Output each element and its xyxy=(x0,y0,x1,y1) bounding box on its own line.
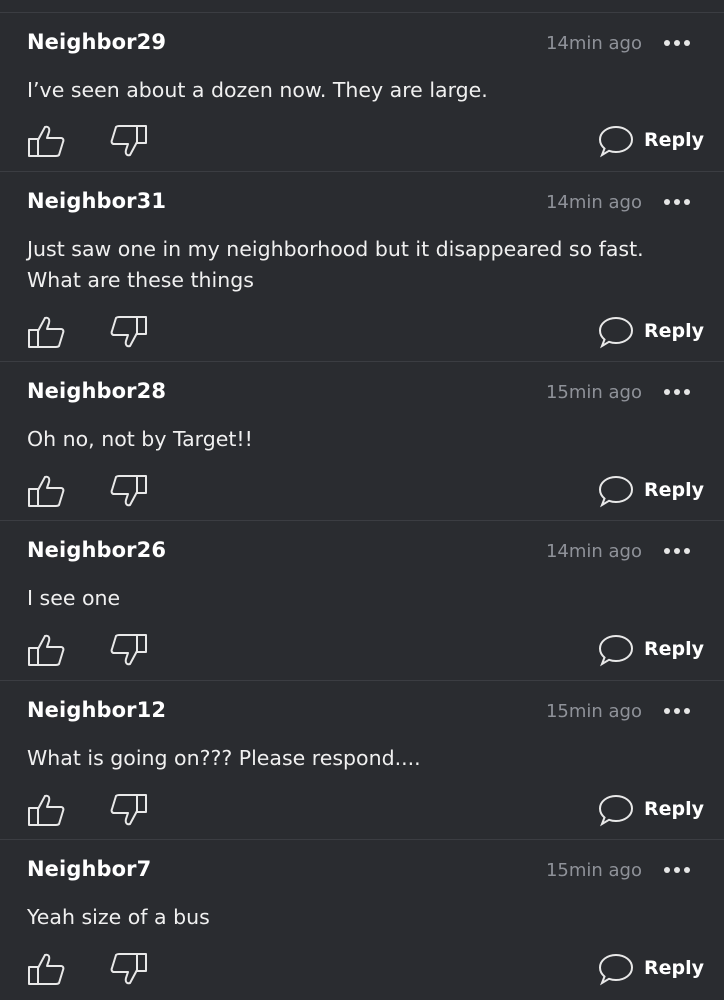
thumbs-up-icon xyxy=(28,634,65,666)
more-horizontal-icon xyxy=(664,40,690,46)
thumbs-up-icon xyxy=(28,953,65,985)
comment-author[interactable]: Neighbor29 xyxy=(27,30,166,54)
reply-label: Reply xyxy=(644,320,705,342)
comment-author[interactable]: Neighbor12 xyxy=(27,698,166,722)
comment-text: Yeah size of a bus xyxy=(27,905,210,929)
comment-timestamp: 14min ago xyxy=(545,541,642,562)
comment-item: Neighbor7 15min ago Yeah size of a bus R… xyxy=(0,839,724,986)
comment-author[interactable]: Neighbor7 xyxy=(27,857,151,881)
thumbs-up-icon xyxy=(28,316,65,348)
comment-text: Oh no, not by Target!! xyxy=(27,427,253,451)
dislike-button[interactable] xyxy=(110,949,150,989)
comment-author[interactable]: Neighbor28 xyxy=(27,379,166,403)
more-options-button[interactable] xyxy=(662,862,692,878)
more-options-button[interactable] xyxy=(662,384,692,400)
speech-bubble-icon xyxy=(598,125,634,158)
thumbs-down-icon xyxy=(110,634,147,666)
comment-item: Neighbor28 15min ago Oh no, not by Targe… xyxy=(0,361,724,508)
comment-timestamp: 15min ago xyxy=(545,860,642,881)
comment-timestamp: 14min ago xyxy=(545,33,642,54)
more-horizontal-icon xyxy=(664,867,690,873)
dislike-button[interactable] xyxy=(110,312,150,352)
comment-item: Neighbor29 14min ago I’ve seen about a d… xyxy=(0,12,724,158)
comment-item: Neighbor26 14min ago I see one Reply xyxy=(0,520,724,667)
reply-label: Reply xyxy=(644,638,705,660)
reply-button[interactable]: Reply xyxy=(597,790,707,830)
comment-text: I’ve seen about a dozen now. They are la… xyxy=(27,78,488,102)
more-horizontal-icon xyxy=(664,548,690,554)
comment-item: Neighbor12 15min ago What is going on???… xyxy=(0,680,724,827)
reply-label: Reply xyxy=(644,957,705,979)
dislike-button[interactable] xyxy=(110,471,150,511)
reply-button[interactable]: Reply xyxy=(597,312,707,352)
comment-timestamp: 14min ago xyxy=(545,192,642,213)
thumbs-up-icon xyxy=(28,125,65,157)
reply-button[interactable]: Reply xyxy=(597,949,707,989)
more-options-button[interactable] xyxy=(662,543,692,559)
comment-author[interactable]: Neighbor26 xyxy=(27,538,166,562)
more-horizontal-icon xyxy=(664,389,690,395)
dislike-button[interactable] xyxy=(110,630,150,670)
thumbs-down-icon xyxy=(110,125,147,157)
reply-label: Reply xyxy=(644,479,705,501)
comment-timestamp: 15min ago xyxy=(545,382,642,403)
reply-button[interactable]: Reply xyxy=(597,630,707,670)
like-button[interactable] xyxy=(25,312,65,352)
comment-text: Just saw one in my neighborhood but it d… xyxy=(27,237,644,292)
reply-label: Reply xyxy=(644,129,705,151)
speech-bubble-icon xyxy=(598,794,634,827)
comment-author[interactable]: Neighbor31 xyxy=(27,189,166,213)
reply-label: Reply xyxy=(644,798,705,820)
comment-item: Neighbor31 14min ago Just saw one in my … xyxy=(0,171,724,349)
more-options-button[interactable] xyxy=(662,703,692,719)
more-options-button[interactable] xyxy=(662,35,692,51)
more-horizontal-icon xyxy=(664,708,690,714)
like-button[interactable] xyxy=(25,949,65,989)
thumbs-up-icon xyxy=(28,794,65,826)
more-options-button[interactable] xyxy=(662,194,692,210)
speech-bubble-icon xyxy=(598,475,634,508)
dislike-button[interactable] xyxy=(110,790,150,830)
like-button[interactable] xyxy=(25,630,65,670)
thumbs-down-icon xyxy=(110,475,147,507)
like-button[interactable] xyxy=(25,471,65,511)
speech-bubble-icon xyxy=(598,953,634,986)
like-button[interactable] xyxy=(25,121,65,161)
like-button[interactable] xyxy=(25,790,65,830)
comment-text: What is going on??? Please respond.... xyxy=(27,746,421,770)
reply-button[interactable]: Reply xyxy=(597,121,707,161)
thumbs-down-icon xyxy=(110,794,147,826)
thumbs-down-icon xyxy=(110,953,147,985)
more-horizontal-icon xyxy=(664,199,690,205)
speech-bubble-icon xyxy=(598,634,634,667)
comment-text: I see one xyxy=(27,586,121,610)
dislike-button[interactable] xyxy=(110,121,150,161)
comment-timestamp: 15min ago xyxy=(545,701,642,722)
thumbs-up-icon xyxy=(28,475,65,507)
reply-button[interactable]: Reply xyxy=(597,471,707,511)
speech-bubble-icon xyxy=(598,316,634,349)
thumbs-down-icon xyxy=(110,316,147,348)
